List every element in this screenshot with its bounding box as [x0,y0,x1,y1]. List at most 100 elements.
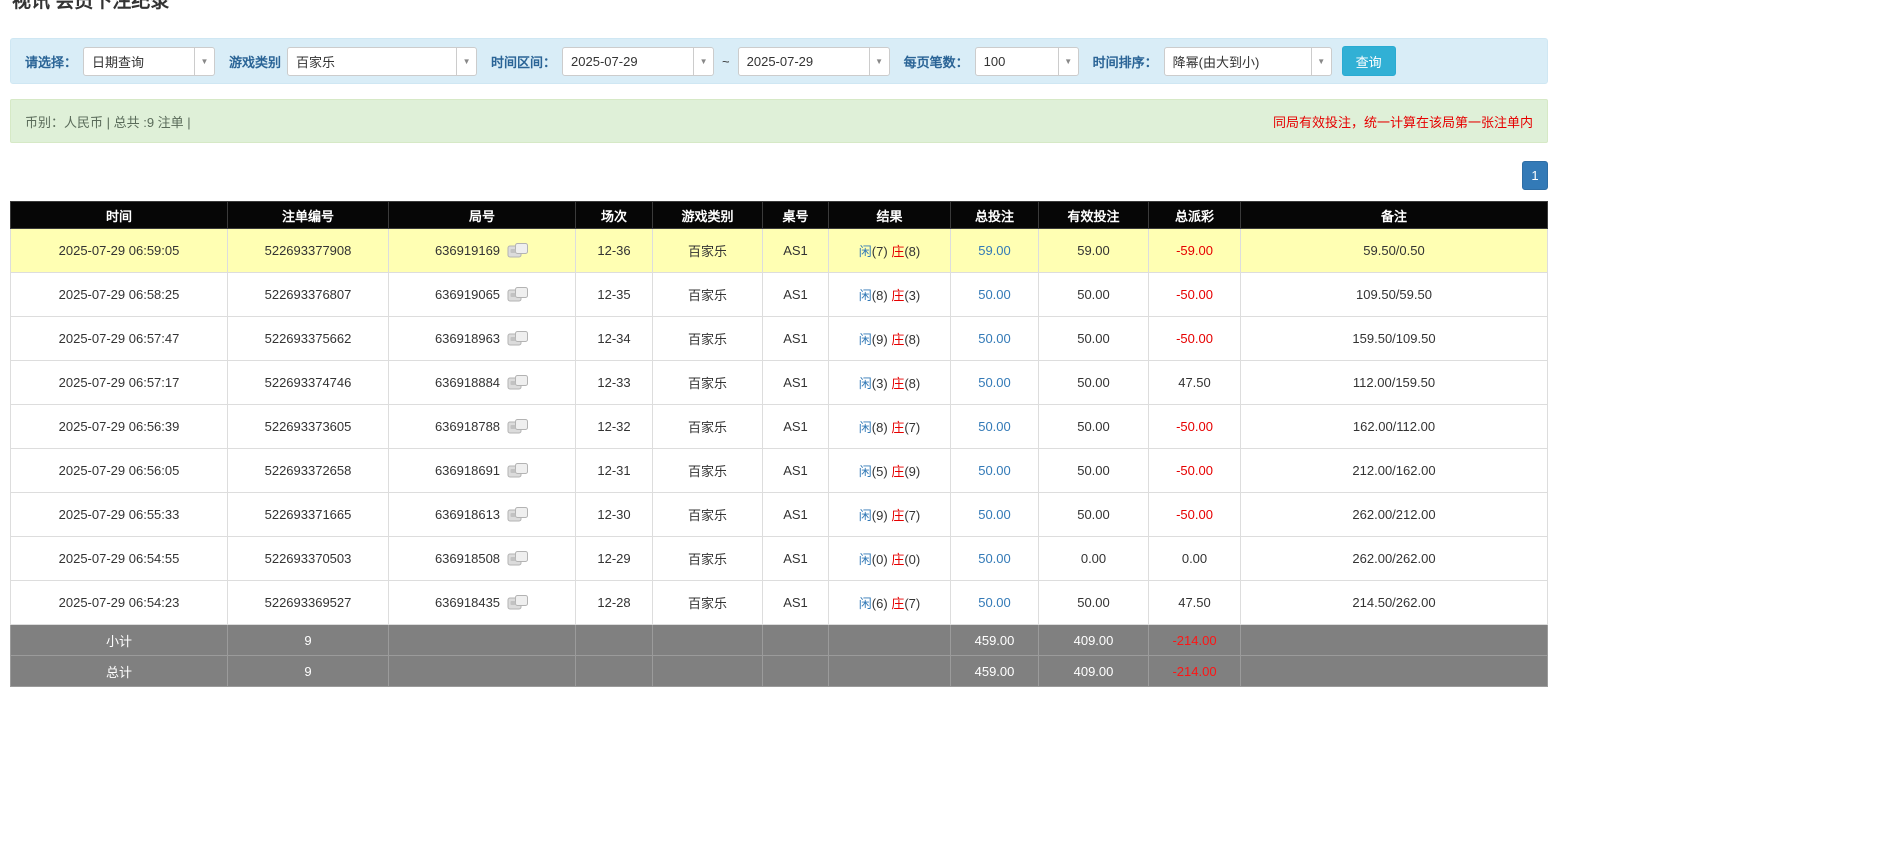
table-row: 2025-07-29 06:57:47 522693375662 6369189… [10,316,1548,361]
cell-payout: -50.00 [1148,316,1241,361]
cell-result: 闲(5) 庄(9) [828,448,951,493]
cell-payout: -59.00 [1148,228,1241,273]
cell-result: 闲(7) 庄(8) [828,228,951,273]
result-player-score: (8) [871,288,888,303]
game-video-icon[interactable] [507,374,529,391]
cell-session: 12-30 [575,492,653,537]
valid-bet-notice: 同局有效投注，统一计算在该局第一张注单内 [1272,114,1533,130]
column-header: 总派彩 [1148,201,1241,229]
cell-bet-id: 522693375662 [227,316,389,361]
table-row: 2025-07-29 06:58:25 522693376807 6369190… [10,272,1548,317]
cell-total-bet[interactable]: 50.00 [950,404,1039,449]
cell-payout: -50.00 [1148,404,1241,449]
game-video-icon[interactable] [507,286,529,303]
cell-table-no: AS1 [762,316,829,361]
result-banker-score: (9) [904,464,921,479]
game-video-icon[interactable] [507,550,529,567]
table-body: 2025-07-29 06:59:05 522693377908 6369191… [10,228,1548,687]
cell-total-bet[interactable]: 50.00 [950,272,1039,317]
cell-game-type: 百家乐 [652,360,763,405]
cell-result: 闲(8) 庄(7) [828,404,951,449]
footer-cell [388,624,576,656]
sort-order-select[interactable]: 降幂(由大到小) ▼ [1163,46,1332,76]
result-player-score: (5) [871,464,888,479]
cell-valid-bet: 50.00 [1038,580,1149,625]
cell-payout: 0.00 [1148,536,1241,581]
result-banker-score: (7) [904,596,921,611]
cell-time: 2025-07-29 06:58:25 [10,272,228,317]
round-id-text: 636919065 [434,287,501,302]
cell-time: 2025-07-29 06:57:47 [10,316,228,361]
footer-cell [828,624,951,656]
result-player-label: 闲 [858,596,872,611]
game-video-icon[interactable] [507,242,529,259]
result-banker-score: (8) [904,332,921,347]
footer-cell [828,655,951,687]
result-banker-label: 庄 [891,552,905,567]
cell-table-no: AS1 [762,580,829,625]
chevron-down-icon[interactable]: ▼ [194,47,215,75]
cell-bet-id: 522693372658 [227,448,389,493]
subtotal-row: 小计 9 459.00 409.00 -214.00 [10,624,1548,656]
result-player-label: 闲 [858,552,872,567]
page-size-select[interactable]: 100 ▼ [974,46,1079,76]
cell-game-type: 百家乐 [652,316,763,361]
cell-remark: 262.00/262.00 [1240,536,1548,581]
chevron-down-icon[interactable]: ▼ [456,47,477,75]
cell-total-bet[interactable]: 59.00 [950,228,1039,273]
result-banker-score: (7) [904,508,921,523]
time-range-label: 时间区间： [491,54,557,70]
cell-remark: 214.50/262.00 [1240,580,1548,625]
cell-total-bet[interactable]: 50.00 [950,536,1039,581]
cell-total-bet[interactable]: 50.00 [950,492,1039,537]
result-banker-score: (0) [904,552,921,567]
footer-cell: 409.00 [1038,624,1149,656]
date-to-input[interactable]: 2025-07-29 ▼ [737,46,890,76]
cell-total-bet[interactable]: 50.00 [950,580,1039,625]
cell-total-bet[interactable]: 50.00 [950,448,1039,493]
game-video-icon[interactable] [507,330,529,347]
cell-bet-id: 522693370503 [227,536,389,581]
game-video-icon[interactable] [507,418,529,435]
game-video-icon[interactable] [507,506,529,523]
result-banker-score: (8) [904,376,921,391]
result-banker-label: 庄 [891,464,905,479]
footer-cell [762,655,829,687]
result-player-score: (6) [871,596,888,611]
sort-order-label: 时间排序： [1092,54,1158,70]
column-header: 时间 [10,201,228,229]
round-id-text: 636918788 [434,419,501,434]
cell-session: 12-36 [575,228,653,273]
cell-session: 12-35 [575,272,653,317]
cell-table-no: AS1 [762,272,829,317]
cell-session: 12-28 [575,580,653,625]
date-from-input[interactable]: 2025-07-29 ▼ [562,46,715,76]
cell-payout: 47.50 [1148,580,1241,625]
cell-total-bet[interactable]: 50.00 [950,360,1039,405]
cell-round-id: 636918691 [388,448,576,493]
cell-time: 2025-07-29 06:54:23 [10,580,228,625]
round-id-text: 636918963 [434,331,501,346]
result-player-label: 闲 [858,464,872,479]
pagination: 1 [10,161,1548,190]
result-player-score: (7) [871,244,888,259]
page-number-button[interactable]: 1 [1522,161,1548,190]
cell-total-bet[interactable]: 50.00 [950,316,1039,361]
game-video-icon[interactable] [507,462,529,479]
query-button[interactable]: 查询 [1341,46,1396,76]
cell-table-no: AS1 [762,448,829,493]
game-video-icon[interactable] [507,594,529,611]
cell-session: 12-31 [575,448,653,493]
game-type-select[interactable]: 百家乐 ▼ [287,46,478,76]
footer-cell [652,655,763,687]
chevron-down-icon[interactable]: ▼ [868,47,889,75]
query-type-select[interactable]: 日期查询 ▼ [83,46,216,76]
query-type-value: 日期查询 [92,54,145,70]
footer-cell [1240,624,1548,656]
chevron-down-icon[interactable]: ▼ [1057,47,1078,75]
table-row: 2025-07-29 06:56:39 522693373605 6369187… [10,404,1548,449]
cell-round-id: 636918963 [388,316,576,361]
chevron-down-icon[interactable]: ▼ [693,47,714,75]
footer-cell: 409.00 [1038,655,1149,687]
chevron-down-icon[interactable]: ▼ [1310,47,1331,75]
